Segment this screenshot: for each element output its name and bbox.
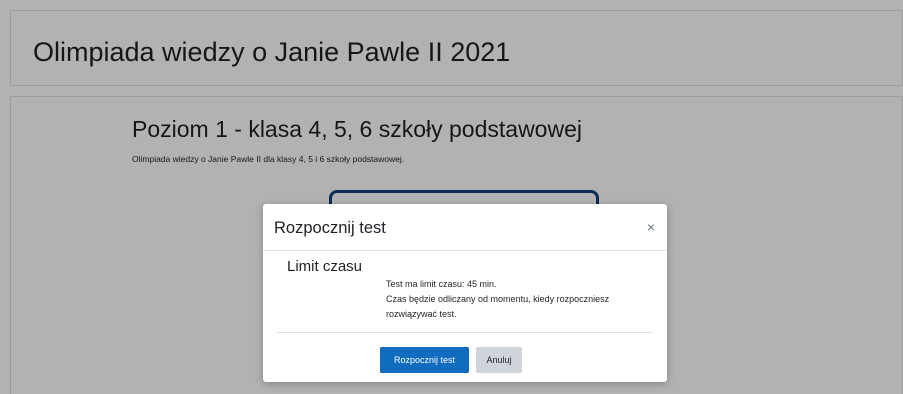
- dialog-header: Rozpocznij test ×: [263, 204, 667, 251]
- time-limit-description: Czas będzie odliczany od momentu, kiedy …: [386, 294, 610, 304]
- start-attempt-button[interactable]: Rozpocznij test: [380, 347, 469, 373]
- dialog-title: Rozpocznij test: [274, 219, 386, 237]
- cancel-button[interactable]: Anuluj: [476, 347, 522, 373]
- time-limit-description-cont: rozwiązywać test.: [386, 309, 457, 319]
- time-limit-info: Test ma limit czasu: 45 min.: [386, 279, 497, 289]
- page: Olimpiada wiedzy o Janie Pawle II 2021 P…: [0, 0, 903, 394]
- time-limit-heading: Limit czasu: [287, 258, 363, 275]
- close-icon[interactable]: ×: [647, 218, 655, 236]
- start-attempt-dialog: Rozpocznij test × Limit czasu Test ma li…: [263, 204, 667, 382]
- dialog-footer: Rozpocznij test Anuluj: [277, 332, 653, 382]
